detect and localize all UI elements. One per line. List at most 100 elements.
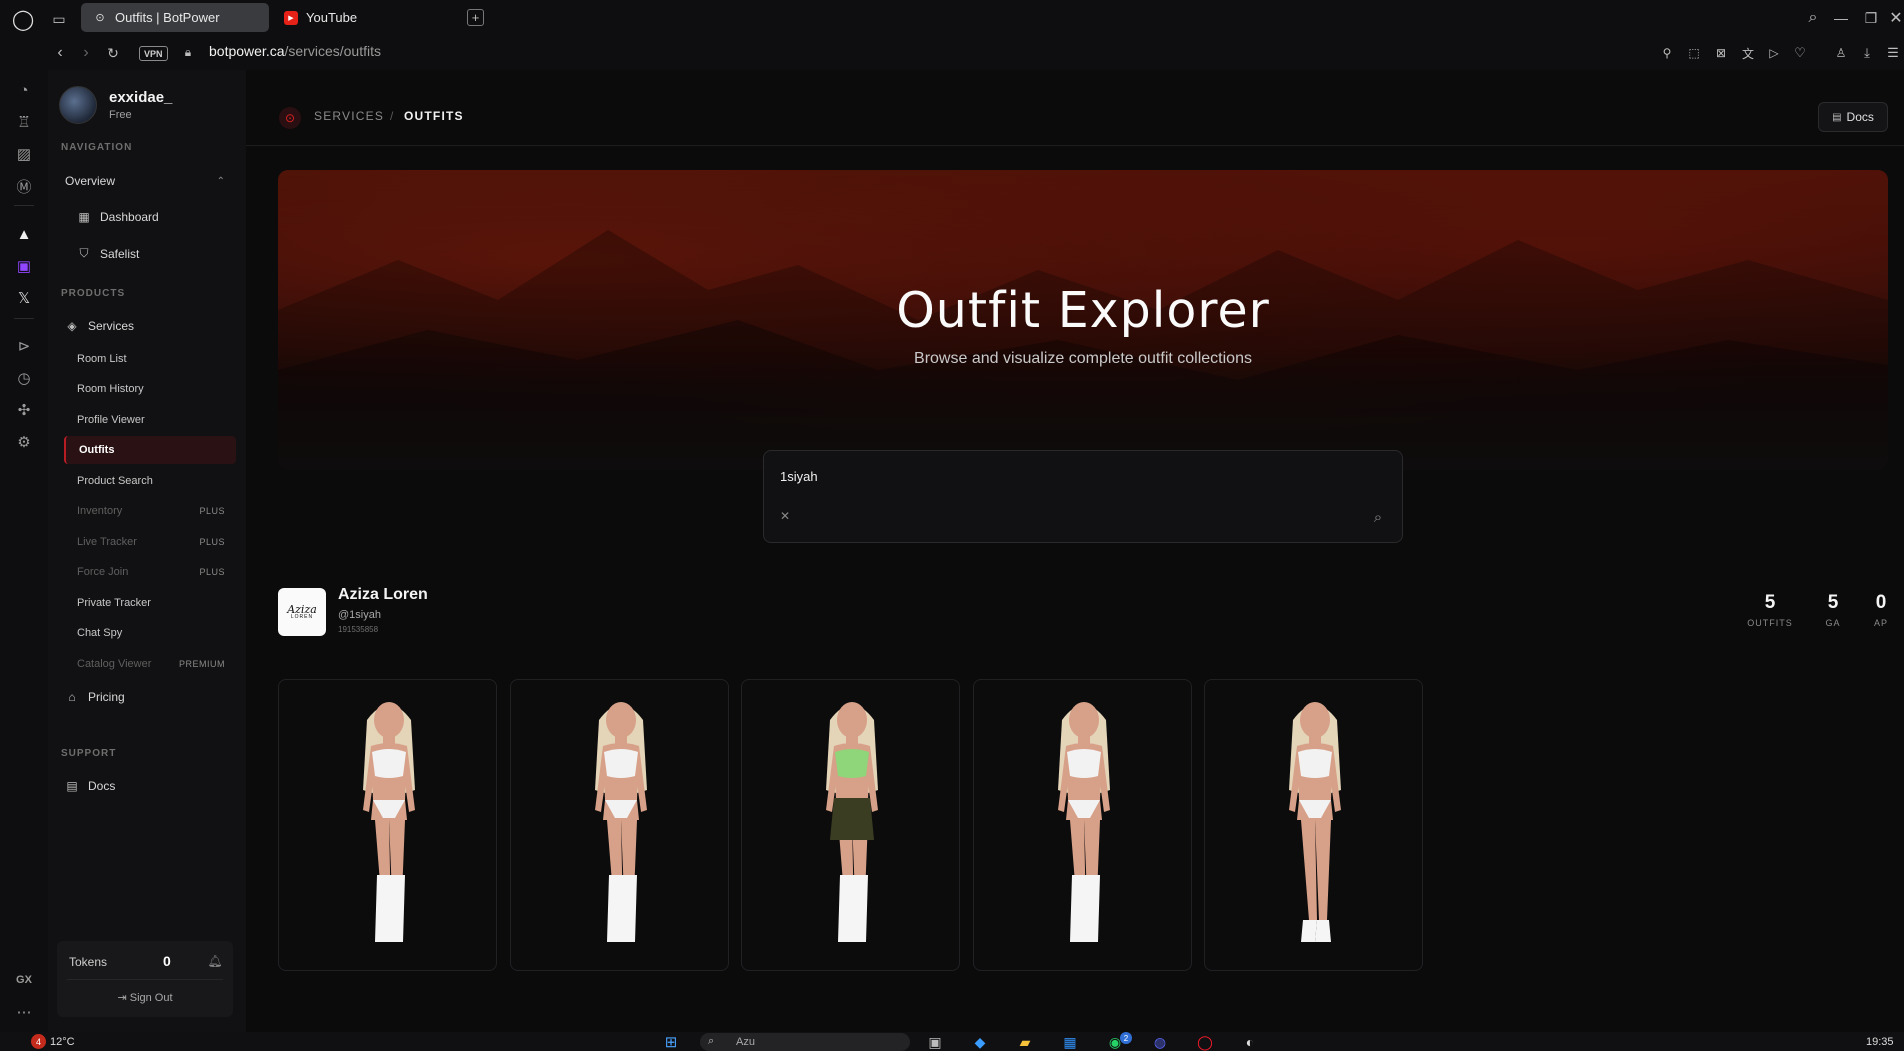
gx-control-icon[interactable]: ◔: [12, 78, 36, 102]
item-label: Chat Spy: [77, 627, 123, 639]
copilot-icon[interactable]: ◆: [970, 1033, 990, 1051]
sidebar-item-force-join[interactable]: Force Join PLUS: [77, 566, 225, 578]
sidebar-item-chat-spy[interactable]: Chat Spy: [77, 627, 225, 639]
tokens-panel: Tokens 0 🔔︎ ⇥ Sign Out: [57, 941, 233, 1017]
os-taskbar: 4 12°C ⊞ ⌕ Azu ▣ ◆ ▰ ▦ ◉ 2 ◍ ◯ ◐ 19:35: [0, 1032, 1904, 1051]
forward-icon[interactable]: ›: [78, 44, 94, 62]
url-field[interactable]: botpower.ca/services/outfits: [209, 43, 381, 59]
youtube-favicon-icon: ▶: [284, 10, 298, 25]
docs-button[interactable]: ▤ Docs: [1818, 102, 1888, 132]
right-heel: [1315, 920, 1331, 942]
discord-icon[interactable]: ◍: [1150, 1033, 1170, 1051]
gx-corner-icon[interactable]: ♖: [12, 110, 36, 134]
sign-out-button[interactable]: ⇥ Sign Out: [57, 991, 233, 1004]
botpower-app-icon[interactable]: ▲: [12, 222, 36, 246]
new-tab-plus-icon[interactable]: +: [467, 9, 484, 26]
breadcrumb-section[interactable]: SERVICES: [314, 109, 384, 123]
bell-icon[interactable]: 🔔︎: [207, 953, 223, 969]
sidebar-item-live-tracker[interactable]: Live Tracker PLUS: [77, 536, 225, 548]
stat-ga: 5 GA: [1818, 592, 1848, 628]
translate-icon[interactable]: 文: [1739, 44, 1757, 62]
send-icon[interactable]: ▷: [1765, 44, 1783, 62]
settings-gear-icon[interactable]: ⚙: [12, 430, 36, 454]
twitch-icon[interactable]: ▣: [12, 254, 36, 278]
opera-gx-logo-icon[interactable]: ◯: [12, 8, 34, 31]
sidebar-item-inventory[interactable]: Inventory PLUS: [77, 505, 225, 517]
docs-button-label: Docs: [1846, 110, 1874, 124]
more-dots-icon[interactable]: ⋯: [12, 1000, 36, 1024]
avatar[interactable]: [59, 86, 97, 124]
stat-outfits: 5 OUTFITS: [1742, 592, 1798, 628]
heart-icon[interactable]: ♡: [1791, 44, 1809, 62]
head: [606, 702, 636, 738]
overview-label: Overview: [65, 174, 116, 188]
docs-label: Docs: [88, 779, 116, 793]
sidebar-item-room-list[interactable]: Room List: [77, 353, 225, 365]
gx-logo-icon[interactable]: GX: [12, 968, 36, 992]
botpower-logo-icon: ⊙: [279, 107, 301, 129]
close-window-icon[interactable]: ✕: [1888, 9, 1904, 27]
outfit-card[interactable]: [510, 679, 729, 971]
tab-outfits-botpower[interactable]: ⊙ Outfits | BotPower: [81, 3, 269, 32]
sidebar-item-overview[interactable]: Overview ⌃: [65, 174, 225, 188]
windows-start-icon[interactable]: ⊞: [660, 1033, 682, 1051]
back-icon[interactable]: ‹: [52, 44, 68, 62]
sidebar-item-docs[interactable]: ▤ Docs: [65, 779, 115, 793]
adblock-icon[interactable]: ⊠: [1712, 44, 1730, 62]
weather-temperature[interactable]: 12°C: [50, 1036, 75, 1048]
gx-cleaner-icon[interactable]: ▨: [12, 142, 36, 166]
outfit-card[interactable]: [1204, 679, 1423, 971]
vpn-badge[interactable]: VPN: [139, 46, 168, 61]
lock-icon[interactable]: 🔒︎: [181, 44, 195, 60]
clear-icon[interactable]: ✕: [778, 509, 792, 523]
top-garment: [372, 749, 406, 778]
reload-icon[interactable]: ↻: [104, 44, 122, 62]
store-icon[interactable]: ▦: [1060, 1033, 1080, 1051]
player-icon[interactable]: ⊳: [12, 334, 36, 358]
outfit-card[interactable]: [278, 679, 497, 971]
download-icon[interactable]: ⤓: [1858, 44, 1876, 62]
tab-youtube[interactable]: ▶ YouTube: [272, 3, 422, 32]
file-explorer-icon[interactable]: ▰: [1015, 1033, 1035, 1051]
search-tabs-icon[interactable]: ⌕: [1804, 9, 1822, 27]
search-icon[interactable]: ⌕: [1370, 509, 1386, 526]
sidebar-item-room-history[interactable]: Room History: [77, 383, 225, 395]
profile-icon[interactable]: ♙: [1832, 44, 1850, 62]
chat-badge: 2: [1120, 1032, 1132, 1044]
logo-text-caps: LOREN: [290, 614, 314, 620]
sidebar-item-safelist[interactable]: ⛉ Safelist: [77, 246, 139, 261]
outfit-card[interactable]: [973, 679, 1192, 971]
task-view-icon[interactable]: ▣: [925, 1033, 945, 1051]
outfit-card[interactable]: [741, 679, 960, 971]
taskbar-search[interactable]: ⌕ Azu: [700, 1033, 910, 1051]
item-label: Inventory: [77, 505, 123, 517]
x-twitter-icon[interactable]: 𝕏: [12, 286, 36, 310]
sidebar-divider: [14, 318, 34, 319]
sidebar-item-pricing[interactable]: ⌂ Pricing: [65, 690, 124, 704]
tokens-label: Tokens: [69, 955, 108, 969]
sidebar-item-private-tracker[interactable]: Private Tracker: [77, 597, 225, 609]
sidebar-item-dashboard[interactable]: ▦ Dashboard: [77, 210, 158, 224]
sidebar-item-outfits[interactable]: Outfits: [79, 444, 227, 456]
sidebar-item-product-search[interactable]: Product Search: [77, 475, 225, 487]
sidebar-item-catalog-viewer[interactable]: Catalog Viewer PREMIUM: [77, 658, 225, 670]
opera-gx-taskbar-icon[interactable]: ◯: [1195, 1033, 1215, 1051]
search-input[interactable]: 1siyah ✕ ⌕: [763, 450, 1403, 543]
stat-label: AP: [1873, 618, 1888, 628]
minimize-icon[interactable]: —: [1832, 9, 1850, 27]
easy-setup-icon[interactable]: ☰: [1884, 44, 1902, 62]
weather-alert-badge[interactable]: 4: [31, 1034, 46, 1049]
extensions-icon[interactable]: ✣: [12, 398, 36, 422]
imvu-icon[interactable]: ◐: [1240, 1033, 1260, 1051]
shield-icon: ⛉: [79, 246, 89, 260]
workspaces-icon[interactable]: ▭: [50, 10, 68, 28]
pin-icon[interactable]: ⚲: [1658, 44, 1676, 62]
sidebar-item-services[interactable]: ◈ Services: [65, 319, 134, 333]
sidebar-item-profile-viewer[interactable]: Profile Viewer: [77, 414, 225, 426]
item-label: Room History: [77, 383, 144, 395]
gmail-icon[interactable]: Ⓜ: [12, 174, 36, 198]
item-label: Product Search: [77, 475, 153, 487]
restore-icon[interactable]: ❐: [1862, 9, 1880, 27]
snapshot-icon[interactable]: ⬚: [1685, 44, 1703, 62]
history-icon[interactable]: ◷: [12, 366, 36, 390]
